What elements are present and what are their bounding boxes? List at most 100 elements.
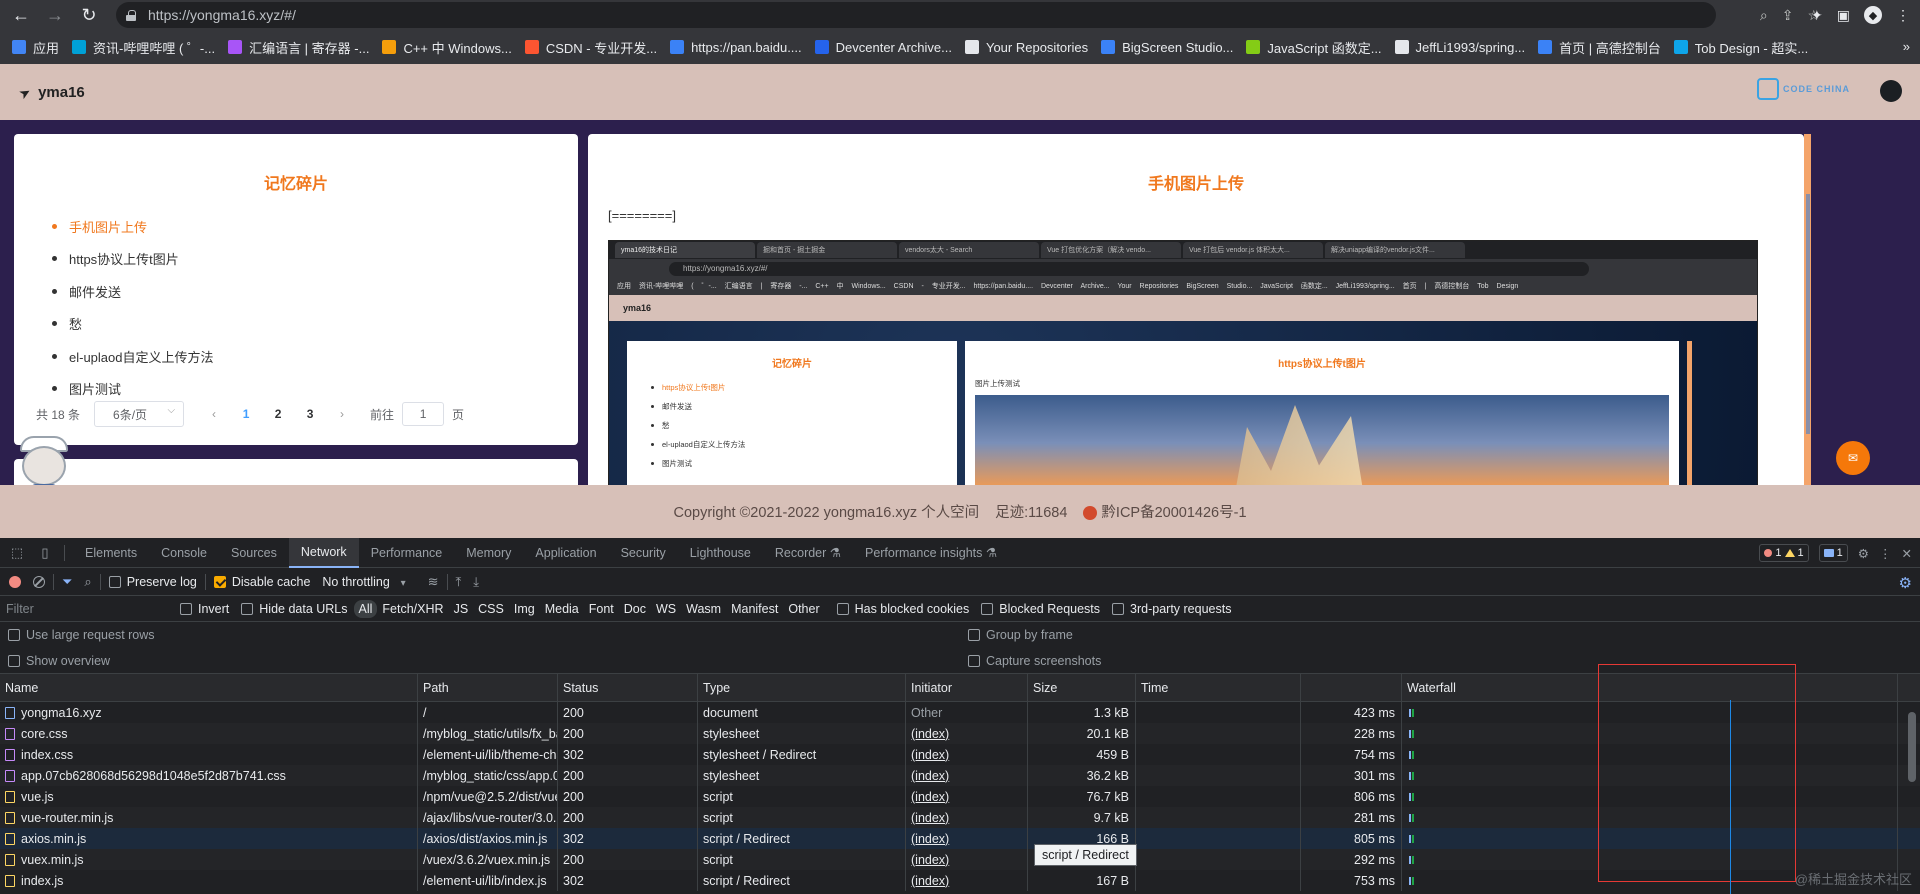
messages-badge[interactable]: 1: [1818, 544, 1848, 562]
table-scrollbar[interactable]: [1906, 700, 1918, 894]
message-icon[interactable]: ✉: [1836, 441, 1870, 475]
cell-initiator[interactable]: (index): [906, 870, 1028, 891]
filter-type-fetch-xhr[interactable]: Fetch/XHR: [377, 600, 448, 618]
bookmark-item[interactable]: 应用: [12, 38, 59, 57]
preserve-log-checkbox[interactable]: Preserve log: [108, 575, 197, 589]
column-header-status[interactable]: Status: [558, 674, 698, 702]
bookmark-item[interactable]: 汇编语言 | 寄存器 -...: [228, 38, 369, 57]
bookmark-item[interactable]: Devcenter Archive...: [814, 40, 952, 55]
footer-icp[interactable]: 黔ICP备20001426号-1: [1083, 501, 1247, 522]
column-header-path[interactable]: Path: [418, 674, 558, 702]
cell-initiator[interactable]: (index): [906, 807, 1028, 828]
column-header-time[interactable]: Time: [1136, 674, 1301, 702]
zoom-icon[interactable]: ⌕: [1760, 7, 1768, 24]
settings-gear-icon[interactable]: ⚙: [1858, 546, 1869, 561]
codechina-link[interactable]: CODE CHINA: [1756, 78, 1850, 100]
clear-icon[interactable]: [33, 575, 45, 588]
devtools-tab-sources[interactable]: Sources: [219, 538, 289, 568]
extensions-icon[interactable]: ✦: [1811, 7, 1823, 24]
cell-initiator[interactable]: (index): [906, 723, 1028, 744]
more-bookmarks-icon[interactable]: »: [1903, 39, 1910, 54]
menu-icon[interactable]: ⋮: [1896, 7, 1910, 24]
cell-initiator[interactable]: (index): [906, 765, 1028, 786]
filter-type-doc[interactable]: Doc: [619, 600, 651, 618]
network-conditions-icon[interactable]: ≋: [428, 574, 439, 590]
bookmark-item[interactable]: JeffLi1993/spring...: [1394, 40, 1525, 55]
back-icon[interactable]: ←: [8, 2, 34, 28]
page-3[interactable]: 3: [294, 407, 326, 421]
throttling-select[interactable]: No throttling: [322, 575, 405, 589]
bookmark-item[interactable]: Tob Design - 超实...: [1673, 38, 1808, 57]
cell-initiator[interactable]: (index): [906, 828, 1028, 849]
share-icon[interactable]: ⇪: [1782, 7, 1794, 24]
bookmark-item[interactable]: Your Repositories: [964, 40, 1088, 55]
devtools-tab-memory[interactable]: Memory: [454, 538, 523, 568]
devtools-tab-recorder[interactable]: Recorder ⚗: [763, 538, 853, 568]
filter-input[interactable]: Filter: [2, 597, 172, 620]
bookmark-item[interactable]: CSDN - 专业开发...: [524, 38, 657, 57]
show-overview-checkbox[interactable]: Show overview: [8, 654, 110, 668]
prev-page-button[interactable]: ‹: [198, 407, 230, 421]
devtools-tab-network[interactable]: Network: [288, 537, 359, 568]
export-har-icon[interactable]: ⤓: [473, 574, 479, 590]
device-toolbar-icon[interactable]: ▯: [34, 542, 56, 564]
search-icon[interactable]: ⌕: [84, 574, 91, 590]
close-devtools-icon[interactable]: ✕: [1902, 546, 1912, 561]
third-party-checkbox[interactable]: 3rd-party requests: [1112, 602, 1231, 616]
bookmark-item[interactable]: 首页 | 高德控制台: [1538, 38, 1661, 57]
filter-type-all[interactable]: All: [353, 599, 378, 618]
capture-screenshots-checkbox[interactable]: Capture screenshots: [968, 654, 1101, 668]
record-icon[interactable]: [9, 575, 21, 588]
filter-type-css[interactable]: CSS: [473, 600, 509, 618]
site-brand[interactable]: ➤ yma16: [17, 84, 85, 101]
reload-icon[interactable]: ↻: [76, 2, 102, 28]
bookmark-item[interactable]: C++ 中 Windows...: [382, 38, 512, 57]
filter-type-img[interactable]: Img: [509, 600, 540, 618]
memo-item[interactable]: https协议上传t图片: [52, 243, 578, 276]
devtools-tab-application[interactable]: Application: [523, 538, 608, 568]
bookmark-item[interactable]: https://pan.baidu....: [670, 40, 802, 55]
devtools-tab-security[interactable]: Security: [609, 538, 678, 568]
filter-type-manifest[interactable]: Manifest: [726, 600, 783, 618]
column-header-blank[interactable]: [1301, 674, 1402, 702]
next-page-button[interactable]: ›: [326, 407, 358, 421]
github-icon[interactable]: [1880, 80, 1902, 102]
memo-item[interactable]: 手机图片上传: [52, 210, 578, 243]
column-header-type[interactable]: Type: [698, 674, 906, 702]
inspect-element-icon[interactable]: ⬚: [6, 542, 28, 564]
profile-icon[interactable]: ◆: [1864, 6, 1882, 24]
memo-item[interactable]: 邮件发送: [52, 275, 578, 308]
devtools-tab-elements[interactable]: Elements: [73, 538, 149, 568]
blocked-requests-checkbox[interactable]: Blocked Requests: [981, 602, 1100, 616]
group-by-frame-checkbox[interactable]: Group by frame: [968, 628, 1073, 642]
cell-initiator[interactable]: (index): [906, 849, 1028, 870]
cell-initiator[interactable]: (index): [906, 786, 1028, 807]
filter-type-wasm[interactable]: Wasm: [681, 600, 726, 618]
more-options-icon[interactable]: ⋮: [1879, 546, 1892, 561]
memo-item[interactable]: 愁: [52, 308, 578, 341]
devtools-tab-console[interactable]: Console: [149, 538, 219, 568]
column-header-size[interactable]: Size: [1028, 674, 1136, 702]
column-header-name[interactable]: Name: [0, 674, 418, 702]
page-1[interactable]: 1: [230, 407, 262, 421]
filter-icon[interactable]: ⏷: [62, 574, 72, 590]
goto-page-input[interactable]: 1: [402, 402, 445, 426]
bookmark-item[interactable]: JavaScript 函数定...: [1246, 38, 1382, 57]
side-panel-icon[interactable]: ▣: [1837, 7, 1850, 24]
bookmark-item[interactable]: 资讯-哔哩哔哩 ( ゜-...: [72, 38, 215, 57]
page-size-select[interactable]: 6条/页: [94, 401, 185, 427]
column-header-initiator[interactable]: Initiator: [906, 674, 1028, 702]
disable-cache-checkbox[interactable]: Disable cache: [213, 575, 310, 589]
forward-icon[interactable]: →: [42, 2, 68, 28]
invert-checkbox[interactable]: Invert: [180, 602, 229, 616]
devtools-tab-performance-insights[interactable]: Performance insights ⚗: [853, 538, 1009, 568]
url-field[interactable]: https://yongma16.xyz/#/: [116, 2, 1716, 28]
network-settings-icon[interactable]: ⚙: [1899, 574, 1912, 592]
large-rows-checkbox[interactable]: Use large request rows: [8, 628, 155, 642]
memo-item[interactable]: el-uplaod自定义上传方法: [52, 340, 578, 373]
bookmark-item[interactable]: BigScreen Studio...: [1101, 40, 1233, 55]
import-har-icon[interactable]: ⤒: [456, 574, 462, 590]
page-2[interactable]: 2: [262, 407, 294, 421]
devtools-tab-lighthouse[interactable]: Lighthouse: [678, 538, 763, 568]
scrollbar-thumb[interactable]: [1908, 712, 1916, 782]
